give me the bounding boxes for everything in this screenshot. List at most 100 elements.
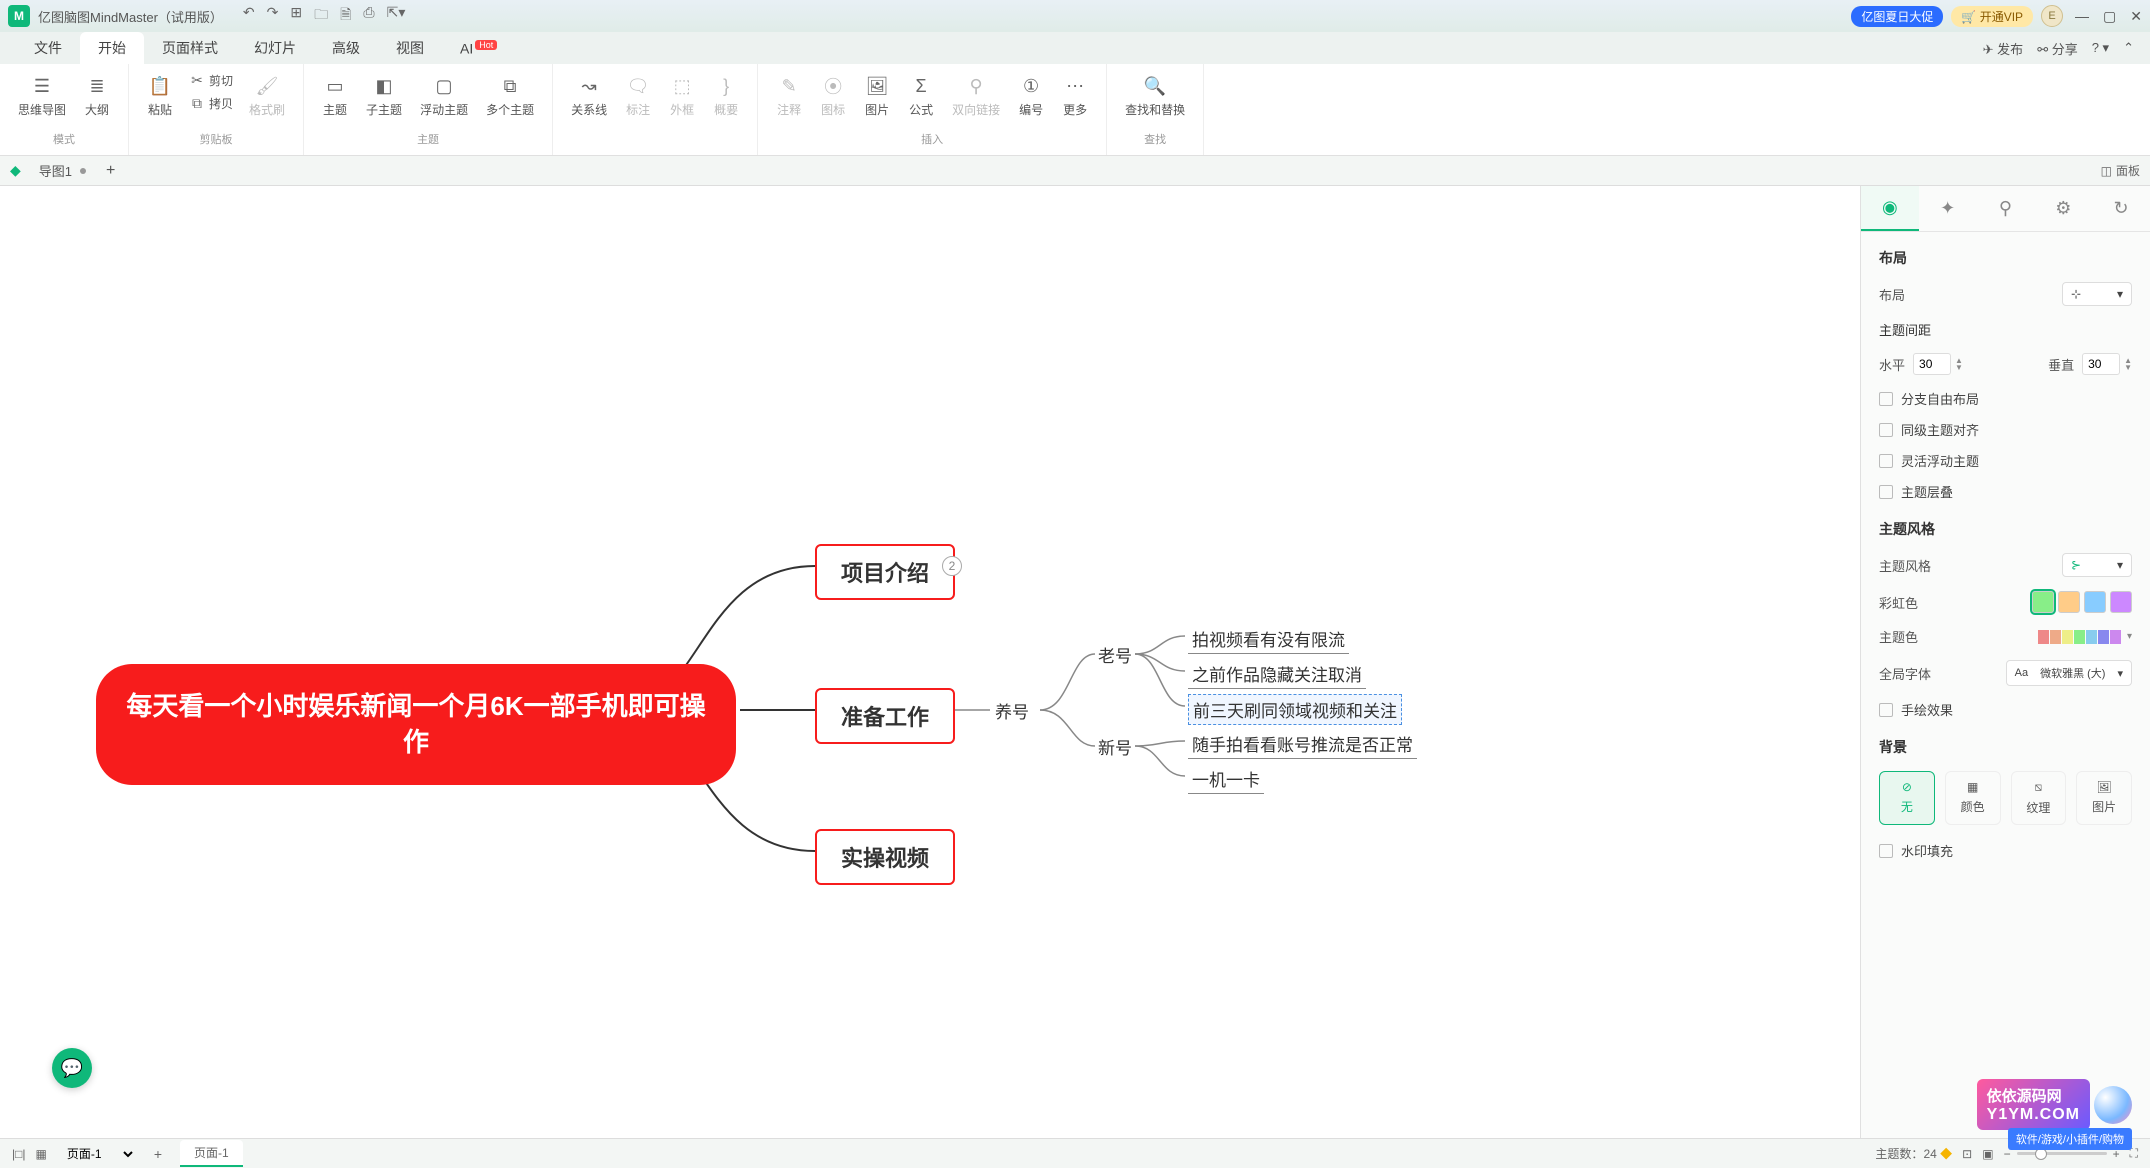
redo-icon[interactable]: ↷ [267,4,279,28]
rainbow-3[interactable] [2084,591,2106,613]
rainbow-4[interactable] [2110,591,2132,613]
format-painter-button[interactable]: 🖌格式刷 [241,70,293,122]
canvas[interactable]: 每天看一个小时娱乐新闻一个月6K一部手机即可操作 项目介绍 2 准备工作 实操视… [0,186,1860,1138]
menu-view[interactable]: 视图 [378,32,442,64]
bg-none[interactable]: ⊘无 [1879,771,1935,825]
rainbow-2[interactable] [2058,591,2080,613]
outline-mode-button[interactable]: ≣大纲 [76,70,118,122]
mm-node-prep[interactable]: 准备工作 [815,688,955,744]
topic-button[interactable]: ▭主题 [314,70,356,122]
theme-color-swatches[interactable] [2038,630,2121,644]
theme-color-dropdown[interactable]: ▾ [2127,631,2132,642]
rainbow-1[interactable] [2032,591,2054,613]
image-button[interactable]: 🖼图片 [856,70,898,122]
bg-texture[interactable]: ⧅纹理 [2011,771,2067,825]
layout-select[interactable]: ⊹▾ [2062,282,2132,306]
menu-file[interactable]: 文件 [16,32,80,64]
new-icon[interactable]: ⊞ [290,4,302,28]
ck-free-layout[interactable]: 分支自由布局 [1879,389,2132,408]
mm-label-newacct[interactable]: 新号 [1098,734,1132,759]
promo-badge[interactable]: 亿图夏日大促 [1851,6,1943,27]
print-icon[interactable]: ⎙ [363,4,374,28]
floating-topic-button[interactable]: ▢浮动主题 [412,70,476,122]
style-select[interactable]: ⊱▾ [2062,553,2132,577]
maximize-icon[interactable]: ▢ [2103,8,2116,25]
ck-handdrawn[interactable]: 手绘效果 [1879,700,2132,719]
copy-button[interactable]: ⧉拷贝 [183,93,239,114]
v-spacing-input[interactable]: ▲▼ [2082,353,2132,375]
ck-overlap[interactable]: 主题层叠 [1879,482,2132,501]
mm-collapse-badge[interactable]: 2 [942,556,962,576]
mm-root-node[interactable]: 每天看一个小时娱乐新闻一个月6K一部手机即可操作 [96,664,736,785]
sp-tab-gear[interactable]: ⚙ [2034,186,2092,231]
callout-button[interactable]: 🗨标注 [617,70,659,122]
paste-button[interactable]: 📋粘贴 [139,70,181,122]
doc-tab-1[interactable]: 导图1 [27,157,98,184]
mm-node-intro[interactable]: 项目介绍 [815,544,955,600]
boundary-button[interactable]: ⬚外框 [661,70,703,122]
open-icon[interactable]: 🗀 [314,4,328,28]
bg-image-icon: 🖼 [2097,780,2112,794]
view-mode-icon[interactable]: ▣ [1982,1147,1993,1161]
note-button[interactable]: ✎注释 [768,70,810,122]
page-list-icon[interactable]: ▦ [35,1147,46,1161]
bg-image[interactable]: 🖼图片 [2076,771,2132,825]
menu-start[interactable]: 开始 [80,32,144,64]
ck-flex[interactable]: 灵活浮动主题 [1879,451,2132,470]
summary-icon: } [714,74,738,98]
mm-leaf-3-selected[interactable]: 前三天刷同领域视频和关注 [1188,694,1402,725]
publish-button[interactable]: ✈ 发布 [1983,39,2024,58]
export-icon[interactable]: ⇱▾ [387,4,406,28]
share-button[interactable]: ⚯ 分享 [2037,39,2078,58]
zoom-slider[interactable] [2017,1152,2107,1155]
formula-button[interactable]: Σ公式 [900,70,942,122]
collapse-ribbon-icon[interactable]: ⌃ [2123,40,2134,56]
summary-button[interactable]: }概要 [705,70,747,122]
find-replace-button[interactable]: 🔍查找和替换 [1117,70,1193,122]
ai-chat-button[interactable]: 💬 [52,1048,92,1088]
menu-slideshow[interactable]: 幻灯片 [236,32,314,64]
panel-toggle-button[interactable]: ◫ 面板 [2101,162,2140,179]
add-tab-button[interactable]: + [98,162,123,180]
mm-leaf-4[interactable]: 随手拍看看账号推流是否正常 [1188,729,1417,759]
cut-button[interactable]: ✂剪切 [183,70,239,91]
fit-icon[interactable]: ⊡ [1962,1147,1972,1161]
relation-button[interactable]: ↝关系线 [563,70,615,122]
menu-pagestyle[interactable]: 页面样式 [144,32,236,64]
page-tab-1[interactable]: 页面-1 [180,1140,243,1167]
mindmap-mode-button[interactable]: ☰思维导图 [10,70,74,122]
page-select[interactable]: 页面-1 [57,1144,136,1164]
ck-align[interactable]: 同级主题对齐 [1879,420,2132,439]
help-icon[interactable]: ? ▾ [2092,40,2109,56]
mm-label-yanghao[interactable]: 养号 [995,698,1029,723]
mm-label-oldacct[interactable]: 老号 [1098,642,1132,667]
subtopic-button[interactable]: ◧子主题 [358,70,410,122]
sp-tab-marker[interactable]: ⚲ [1977,186,2035,231]
ck-watermark[interactable]: 水印填充 [1879,841,2132,860]
vip-button[interactable]: 🛒 开通VIP [1951,6,2033,27]
outline-view-icon[interactable]: |□| [12,1147,25,1161]
multi-topic-button[interactable]: ⧉多个主题 [478,70,542,122]
sp-tab-history[interactable]: ↻ [2092,186,2150,231]
mm-leaf-1[interactable]: 拍视频看有没有限流 [1188,624,1349,654]
close-icon[interactable]: ✕ [2130,8,2142,25]
more-button[interactable]: ⋯更多 [1054,70,1096,122]
mm-leaf-5[interactable]: 一机一卡 [1188,764,1264,794]
font-select[interactable]: Aa微软雅黑 (大)▾ [2006,660,2132,686]
bg-color[interactable]: ▦颜色 [1945,771,2001,825]
mm-node-video[interactable]: 实操视频 [815,829,955,885]
minimize-icon[interactable]: — [2075,8,2089,25]
menu-ai[interactable]: AIHot [442,34,515,63]
save-icon[interactable]: 🗎 [340,4,351,28]
hyperlink-button[interactable]: ⚲双向链接 [944,70,1008,122]
sp-tab-layout[interactable]: ◉ [1861,186,1919,231]
sp-tab-style[interactable]: ✦ [1919,186,1977,231]
insert-icon-button[interactable]: ⦿图标 [812,70,854,122]
number-button[interactable]: ①编号 [1010,70,1052,122]
h-spacing-input[interactable]: ▲▼ [1913,353,1963,375]
undo-icon[interactable]: ↶ [243,4,255,28]
add-page-button[interactable]: + [146,1144,170,1164]
user-avatar[interactable]: E [2041,5,2063,27]
mm-leaf-2[interactable]: 之前作品隐藏关注取消 [1188,659,1366,689]
menu-advanced[interactable]: 高级 [314,32,378,64]
